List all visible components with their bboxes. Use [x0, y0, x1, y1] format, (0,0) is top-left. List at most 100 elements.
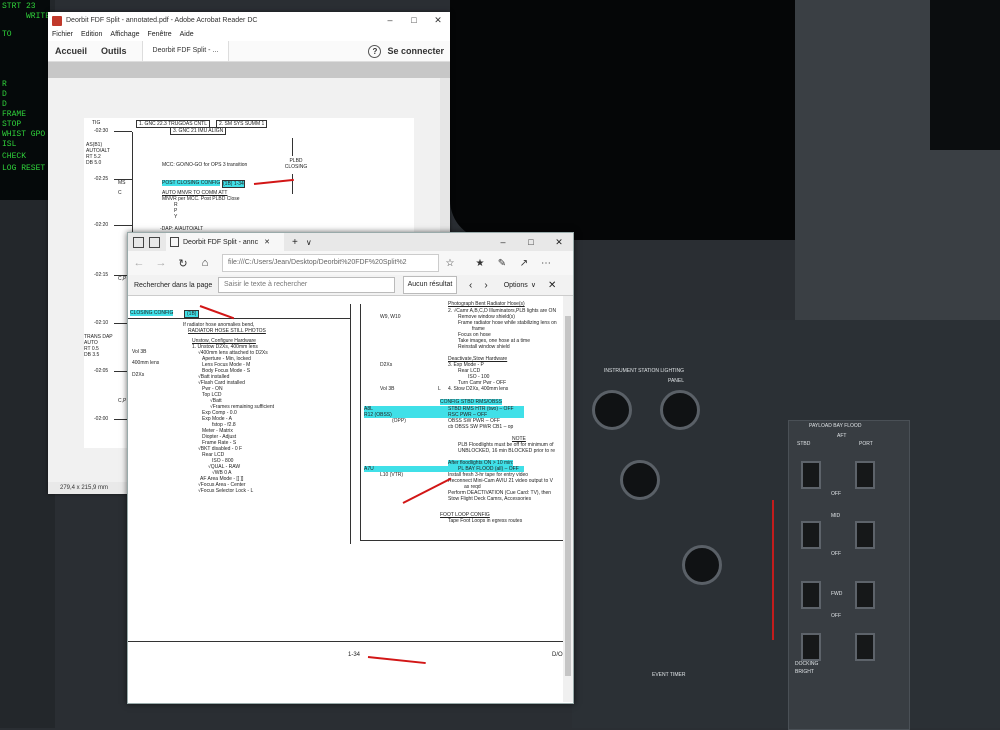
flood-switch[interactable] — [801, 581, 821, 609]
page-rule — [128, 641, 563, 642]
find-next-icon[interactable]: › — [484, 280, 487, 291]
closing-config: CLOSING CONFIG — [130, 310, 174, 316]
mcc-line: MCC: GO/NO-GO for OPS 3 transition — [162, 162, 248, 168]
sim-line: ISL — [2, 140, 17, 149]
lighting-knob[interactable] — [682, 545, 722, 585]
panel-label: INSTRUMENT STATION LIGHTING — [604, 368, 685, 374]
edge-window[interactable]: Deorbit FDF Split - annc ✕ + ∨ – □ ✕ ← →… — [127, 232, 574, 704]
maximize-icon[interactable]: □ — [517, 237, 545, 248]
tab-tools[interactable]: Outils — [94, 46, 134, 56]
tab-active[interactable]: Deorbit FDF Split - annc ✕ — [166, 233, 284, 251]
left-label: Vol 3B — [132, 349, 147, 355]
lighting-knob[interactable] — [660, 390, 700, 430]
flood-switch[interactable] — [801, 461, 821, 489]
sim-line: TO — [2, 30, 12, 39]
flood-switch[interactable] — [855, 521, 875, 549]
edge-scrollbar[interactable] — [563, 296, 573, 702]
right-label: L — [438, 386, 441, 392]
closing-config-ref: (1B) — [184, 310, 200, 318]
panel-label: PANEL — [668, 378, 685, 384]
acrobat-toolbar — [48, 62, 450, 79]
config-stbd: CONFIG STBD RMS/OBSS — [440, 399, 502, 405]
flood-switch[interactable] — [855, 461, 875, 489]
lighting-knob[interactable] — [592, 390, 632, 430]
flood-switch[interactable] — [801, 521, 821, 549]
step-heading: RADIATOR HOSE STILL PHOTOS — [188, 328, 266, 334]
plbd-label: PLBD CLOSING — [284, 158, 308, 170]
refresh-icon[interactable]: ↻ — [172, 257, 194, 270]
lighting-panel: INSTRUMENT STATION LIGHTING PANEL EVENT … — [572, 320, 1000, 728]
tabs-aside-icon[interactable] — [149, 236, 160, 248]
tab-preview-icon[interactable] — [133, 236, 144, 248]
menu-help[interactable]: Aide — [180, 29, 194, 41]
pen-icon[interactable]: ✎ — [491, 258, 513, 269]
obss-cb: cb OBSS SW PWR CB1 – op — [448, 424, 514, 430]
time-tick: -02:30 — [94, 128, 109, 134]
panel-label: EVENT TIMER — [652, 672, 686, 678]
step-line: √Focus Selector Lock - L — [198, 488, 254, 494]
step-line: Stow Flight Deck Camrs, Accessories — [448, 496, 532, 502]
favorites-hub-icon[interactable]: ★ — [469, 258, 491, 269]
find-input[interactable]: Saisir le texte à rechercher — [218, 277, 395, 293]
page-label: MS — [118, 180, 126, 186]
page-label: DB 5.0 — [86, 160, 102, 166]
time-tick: -02:20 — [94, 222, 109, 228]
menu-edit[interactable]: Edition — [81, 29, 102, 41]
minimize-icon[interactable]: – — [489, 237, 517, 248]
time-tick: -02:25 — [94, 176, 109, 182]
acrobat-title: Deorbit FDF Split - annotated.pdf - Adob… — [66, 17, 258, 24]
tick-line — [114, 131, 132, 132]
help-icon[interactable]: ? — [368, 44, 382, 58]
find-bar: Rechercher dans la page Saisir le texte … — [128, 275, 573, 296]
tab-document[interactable]: Deorbit FDF Split - ... — [141, 41, 230, 61]
sim-line: R — [2, 80, 7, 89]
payload-bay-flood-panel: PAYLOAD BAY FLOOD AFT STBD PORT OFF MID … — [788, 420, 910, 730]
panel-label: FWD — [831, 591, 843, 597]
step-line: 4. Stow D2Xs, 400mm lens — [448, 386, 509, 392]
right-label: R12 (OBSS) — [364, 412, 524, 418]
menu-view[interactable]: Affichage — [110, 29, 139, 41]
close-icon[interactable]: ✕ — [545, 237, 573, 248]
chevron-down-icon[interactable]: ∨ — [306, 238, 312, 247]
menu-file[interactable]: Fichier — [52, 29, 73, 41]
right-label: Vol 3B — [380, 386, 395, 392]
tab-home[interactable]: Accueil — [48, 46, 94, 56]
right-label: L10 (VTR) — [380, 472, 404, 478]
chevron-down-icon[interactable]: ∨ — [531, 281, 536, 289]
panel-label: OFF — [831, 613, 841, 619]
sim-line: D — [2, 90, 7, 99]
find-options[interactable]: Options — [504, 282, 528, 289]
back-icon[interactable]: ← — [128, 257, 150, 269]
section-rule — [128, 318, 350, 319]
minimize-icon[interactable]: – — [378, 15, 402, 26]
share-icon[interactable]: ↗ — [513, 258, 535, 269]
scroll-thumb[interactable] — [565, 316, 571, 676]
favorite-star-icon[interactable]: ☆ — [439, 258, 461, 269]
forward-icon[interactable]: → — [150, 257, 172, 269]
column-rule — [360, 304, 361, 540]
home-icon[interactable]: ⌂ — [194, 257, 216, 269]
pdf-viewer[interactable]: CLOSING CONFIG (1B) Vol 3B 400mm lens D2… — [128, 296, 563, 702]
tick-line — [114, 225, 132, 226]
sim-display: STRT 23 WRITE 25 TO R D D FRAME STOP WHI… — [0, 0, 64, 200]
new-tab-icon[interactable]: + — [292, 237, 298, 248]
close-icon[interactable]: ✕ — [426, 15, 450, 26]
find-close-icon[interactable]: ✕ — [548, 280, 556, 291]
maximize-icon[interactable]: □ — [402, 15, 426, 26]
find-prev-icon[interactable]: ‹ — [469, 280, 472, 291]
flood-switch[interactable] — [855, 581, 875, 609]
tab-close-icon[interactable]: ✕ — [264, 238, 270, 246]
time-tick: -02:15 — [94, 272, 109, 278]
find-label: Rechercher dans la page — [134, 281, 213, 289]
flood-switch[interactable] — [801, 633, 821, 661]
page-label: C,P — [118, 398, 127, 404]
lighting-knob[interactable] — [620, 460, 660, 500]
acrobat-titlebar[interactable]: Deorbit FDF Split - annotated.pdf - Adob… — [48, 12, 450, 29]
url-field[interactable]: file:///C:/Users/Jean/Desktop/Deorbit%20… — [222, 254, 439, 272]
more-icon[interactable]: ⋯ — [535, 258, 557, 269]
flood-switch[interactable] — [855, 633, 875, 661]
menu-window[interactable]: Fenêtre — [147, 29, 171, 41]
find-result: Aucun résultat — [403, 276, 457, 294]
login-button[interactable]: Se connecter — [381, 46, 450, 56]
page-label: C — [118, 190, 122, 196]
